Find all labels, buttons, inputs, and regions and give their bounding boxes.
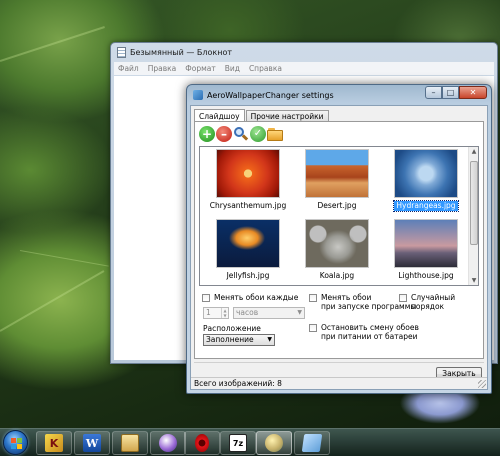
plus-circle-icon[interactable]: +: [199, 126, 215, 142]
close-window-button[interactable]: ✕: [459, 86, 487, 99]
thumbnail-lighthouse: [394, 219, 458, 268]
window-buttons: – □ ✕: [425, 86, 487, 99]
battery-stop-label-1: Остановить смену обоев: [321, 323, 419, 332]
start-button[interactable]: [3, 430, 28, 455]
change-every-checkbox[interactable]: [202, 294, 210, 302]
change-every-label: Менять обои каждые: [214, 293, 299, 302]
taskbar-item-word[interactable]: W: [74, 431, 110, 455]
leaf-vein: [0, 26, 105, 62]
leaf-vein: [0, 270, 105, 332]
notepad-icon: [117, 46, 126, 58]
image-caption: Koala.jpg: [319, 271, 355, 280]
random-order-checkbox[interactable]: [399, 294, 407, 302]
interval-spinner[interactable]: 1 ▲ ▼: [203, 307, 229, 319]
aero-icon: [265, 434, 283, 452]
magnifier-icon[interactable]: [233, 126, 249, 142]
menu-file[interactable]: Файл: [118, 64, 139, 73]
minimize-button[interactable]: –: [425, 86, 442, 99]
interval-unit-value: часов: [236, 308, 259, 317]
thumbnail-koala: [305, 219, 369, 268]
taskbar-item-opera[interactable]: [184, 431, 220, 455]
thumbnail-desert: [305, 149, 369, 198]
taskbar-item-k-app[interactable]: K: [36, 431, 72, 455]
random-order-label: Случайный порядок: [411, 293, 456, 311]
battery-stop-label-2: при питании от батареи: [321, 332, 418, 341]
word-icon: W: [83, 434, 101, 452]
check-circle-icon[interactable]: ✓: [250, 126, 266, 142]
menu-view[interactable]: Вид: [225, 64, 240, 73]
image-toolbar: + – ✓: [199, 125, 283, 143]
image-item[interactable]: Jellyfish.jpg: [203, 219, 293, 285]
image-gallery[interactable]: Chrysanthemum.jpg Desert.jpg Hydrangeas.…: [199, 146, 479, 286]
menu-format[interactable]: Формат: [185, 64, 215, 73]
image-item[interactable]: Koala.jpg: [292, 219, 382, 285]
opera-icon: [195, 434, 209, 452]
gallery-scrollbar[interactable]: ▲ ▼: [468, 147, 478, 285]
dialog-title: AeroWallpaperChanger settings: [207, 90, 334, 100]
interval-value: 1: [206, 308, 211, 317]
handle-shape: [241, 134, 249, 141]
slideshow-options: Менять обои каждые 1 ▲ ▼ часов ▼ Менять о…: [199, 290, 479, 358]
taskbar-item-media-player[interactable]: [150, 431, 186, 455]
menu-edit[interactable]: Правка: [148, 64, 177, 73]
folder-icon[interactable]: [267, 126, 283, 142]
slideshow-panel: + – ✓ Chrysanthemum.jpg Desert.jpg Hydra…: [194, 121, 484, 359]
scroll-up-icon[interactable]: ▲: [469, 147, 479, 156]
change-on-start-label-2: при запуске программы: [321, 302, 417, 311]
taskbar: K W 7z: [0, 428, 500, 456]
chevron-down-icon: ▼: [267, 336, 272, 343]
spinner-arrows-icon[interactable]: ▲ ▼: [221, 308, 228, 318]
thumbnail-hydrangeas: [394, 149, 458, 198]
position-value: Заполнение: [206, 335, 254, 344]
resize-grip-icon[interactable]: [478, 380, 486, 388]
battery-stop-checkbox[interactable]: [309, 324, 317, 332]
dialog-client: Слайдшоу Прочие настройки + – ✓ Chrysant…: [190, 105, 488, 390]
windows-logo-icon: [11, 438, 22, 449]
7zip-icon: 7z: [229, 434, 247, 452]
thumbnail-chrysanthemum: [216, 149, 280, 198]
folder-body-shape: [267, 130, 283, 141]
taskbar-item-aero-wallpaper[interactable]: [256, 431, 292, 455]
minus-circle-icon[interactable]: –: [216, 126, 232, 142]
folder-icon: [121, 434, 139, 452]
tab-strip: Слайдшоу Прочие настройки: [194, 108, 330, 123]
image-caption: Hydrangeas.jpg: [393, 200, 459, 212]
chevron-down-icon: ▼: [297, 309, 302, 316]
maximize-button[interactable]: □: [442, 86, 459, 99]
notepad-menubar: Файл Правка Формат Вид Справка: [114, 62, 494, 75]
media-icon: [159, 434, 177, 452]
image-item[interactable]: Desert.jpg: [292, 149, 382, 215]
interval-unit-select[interactable]: часов ▼: [233, 307, 305, 319]
taskbar-item-notepad[interactable]: [294, 431, 330, 455]
image-caption: Lighthouse.jpg: [398, 271, 454, 280]
image-item[interactable]: Lighthouse.jpg: [381, 219, 471, 285]
settings-dialog[interactable]: AeroWallpaperChanger settings – □ ✕ Слай…: [186, 84, 492, 394]
notepad-icon: [301, 434, 323, 452]
notepad-title: Безымянный — Блокнот: [130, 47, 233, 57]
k-app-icon: K: [45, 434, 63, 452]
scroll-down-icon[interactable]: ▼: [469, 276, 479, 285]
image-caption: Desert.jpg: [317, 201, 357, 210]
position-select[interactable]: Заполнение ▼: [203, 334, 275, 346]
aero-app-icon: [193, 90, 203, 100]
change-on-start-checkbox[interactable]: [309, 294, 317, 302]
scroll-thumb[interactable]: [470, 161, 478, 245]
image-item[interactable]: Chrysanthemum.jpg: [203, 149, 293, 215]
status-bar: Всего изображений: 8: [191, 377, 487, 389]
notepad-titlebar[interactable]: Безымянный — Блокнот: [111, 43, 497, 61]
leaf-vein: [19, 250, 109, 267]
menu-help[interactable]: Справка: [249, 64, 282, 73]
change-on-start-label-1: Менять обои: [321, 293, 372, 302]
image-item-selected[interactable]: Hydrangeas.jpg: [381, 149, 471, 215]
taskbar-item-7zip[interactable]: 7z: [220, 431, 256, 455]
image-caption: Jellyfish.jpg: [226, 271, 270, 280]
position-label: Расположение: [203, 324, 261, 333]
thumbnail-jellyfish: [216, 219, 280, 268]
divider: [194, 362, 484, 363]
image-count-status: Всего изображений: 8: [194, 379, 282, 388]
taskbar-item-explorer[interactable]: [112, 431, 148, 455]
image-caption: Chrysanthemum.jpg: [209, 201, 287, 210]
